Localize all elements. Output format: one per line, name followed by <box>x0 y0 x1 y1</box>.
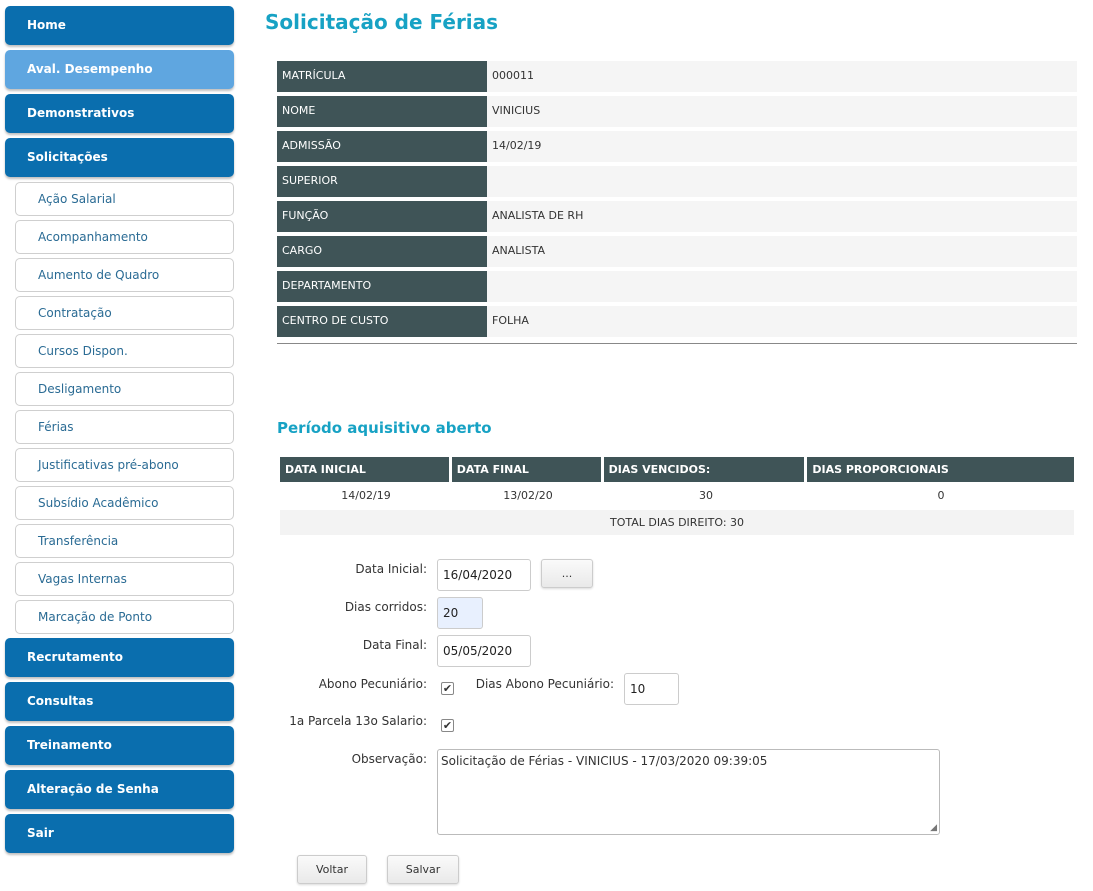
parcela-13-label: 1a Parcela 13o Salario: <box>289 714 427 728</box>
menu-recrutamento[interactable]: Recrutamento <box>5 638 234 677</box>
info-value <box>487 166 1077 197</box>
cell-dias-proporcionais: 0 <box>937 489 945 502</box>
info-row-admissao: ADMISSÃO 14/02/19 <box>277 131 1077 162</box>
info-row-superior: SUPERIOR <box>277 166 1077 197</box>
submenu-desligamento[interactable]: Desligamento <box>15 372 234 406</box>
info-label: DEPARTAMENTO <box>277 271 487 302</box>
period-header-data-inicial: DATA INICIAL <box>280 457 449 482</box>
submenu-contratacao[interactable]: Contratação <box>15 296 234 330</box>
submenu-cursos-dispon[interactable]: Cursos Dispon. <box>15 334 234 368</box>
info-value: VINICIUS <box>487 96 1077 127</box>
parcela-13-checkbox[interactable]: ✔ <box>441 719 454 732</box>
info-label: CARGO <box>277 236 487 267</box>
info-label: ADMISSÃO <box>277 131 487 162</box>
observacao-label: Observação: <box>351 752 427 766</box>
voltar-button[interactable]: Voltar <box>297 855 367 884</box>
resize-handle-icon[interactable]: ◢ <box>930 823 937 833</box>
info-row-centro-de-custo: CENTRO DE CUSTO FOLHA <box>277 306 1077 337</box>
period-table: DATA INICIAL DATA FINAL DIAS VENCIDOS: D… <box>280 457 1074 535</box>
submenu-transferencia[interactable]: Transferência <box>15 524 234 558</box>
info-value: ANALISTA <box>487 236 1077 267</box>
info-value: 000011 <box>487 61 1077 92</box>
sidebar: Home Aval. Desempenho Demonstrativos Sol… <box>5 6 235 858</box>
info-label: NOME <box>277 96 487 127</box>
cell-data-inicial: 14/02/19 <box>341 489 391 502</box>
period-section-title: Período aquisitivo aberto <box>277 419 492 437</box>
cell-dias-vencidos: 30 <box>699 489 713 502</box>
menu-aval-desempenho[interactable]: Aval. Desempenho <box>5 50 234 89</box>
dias-corridos-input[interactable] <box>437 597 483 629</box>
menu-consultas[interactable]: Consultas <box>5 682 234 721</box>
info-row-funcao: FUNÇÃO ANALISTA DE RH <box>277 201 1077 232</box>
info-label: FUNÇÃO <box>277 201 487 232</box>
date-picker-button[interactable]: ... <box>541 559 593 588</box>
table-row: 14/02/19 13/02/20 30 0 <box>280 482 1074 510</box>
period-header-row: DATA INICIAL DATA FINAL DIAS VENCIDOS: D… <box>280 457 1074 482</box>
menu-solicitacoes[interactable]: Solicitações <box>5 138 234 177</box>
period-header-data-final: DATA FINAL <box>451 457 601 482</box>
abono-pecuniario-label: Abono Pecuniário: <box>318 677 427 691</box>
info-label: CENTRO DE CUSTO <box>277 306 487 337</box>
data-inicial-input[interactable] <box>437 559 531 591</box>
dias-corridos-label: Dias corridos: <box>344 600 427 614</box>
menu-alteracao-de-senha[interactable]: Alteração de Senha <box>5 770 234 809</box>
info-row-matricula: MATRÍCULA 000011 <box>277 61 1077 92</box>
solicitacoes-submenu: Ação Salarial Acompanhamento Aumento de … <box>15 182 234 634</box>
data-final-label: Data Final: <box>362 638 427 652</box>
info-label: SUPERIOR <box>277 166 487 197</box>
salvar-button[interactable]: Salvar <box>387 855 459 884</box>
menu-treinamento[interactable]: Treinamento <box>5 726 234 765</box>
info-value: ANALISTA DE RH <box>487 201 1077 232</box>
employee-info-table: MATRÍCULA 000011 NOME VINICIUS ADMISSÃO … <box>277 61 1077 344</box>
data-final-input[interactable] <box>437 635 531 667</box>
submenu-justificativas[interactable]: Justificativas pré-abono <box>15 448 234 482</box>
info-value <box>487 271 1077 302</box>
submenu-aumento-de-quadro[interactable]: Aumento de Quadro <box>15 258 234 292</box>
submenu-acompanhamento[interactable]: Acompanhamento <box>15 220 234 254</box>
dias-abono-label: Dias Abono Pecuniário: <box>475 677 614 691</box>
menu-demonstrativos[interactable]: Demonstrativos <box>5 94 234 133</box>
period-header-dias-vencidos: DIAS VENCIDOS: <box>603 457 805 482</box>
menu-home[interactable]: Home <box>5 6 234 45</box>
submenu-vagas-internas[interactable]: Vagas Internas <box>15 562 234 596</box>
observacao-text: Solicitação de Férias - VINICIUS - 17/03… <box>441 754 768 768</box>
info-row-cargo: CARGO ANALISTA <box>277 236 1077 267</box>
menu-sair[interactable]: Sair <box>5 814 234 853</box>
submenu-subsidio-academico[interactable]: Subsídio Acadêmico <box>15 486 234 520</box>
submenu-acao-salarial[interactable]: Ação Salarial <box>15 182 234 216</box>
observacao-textarea[interactable]: Solicitação de Férias - VINICIUS - 17/03… <box>437 749 940 835</box>
submenu-ferias[interactable]: Férias <box>15 410 234 444</box>
info-row-nome: NOME VINICIUS <box>277 96 1077 127</box>
dias-abono-input[interactable] <box>624 673 679 705</box>
period-header-dias-proporcionais: DIAS PROPORCIONAIS <box>807 457 1074 482</box>
info-label: MATRÍCULA <box>277 61 487 92</box>
submenu-marcacao-de-ponto[interactable]: Marcação de Ponto <box>15 600 234 634</box>
cell-data-final: 13/02/20 <box>503 489 553 502</box>
info-value: 14/02/19 <box>487 131 1077 162</box>
info-value: FOLHA <box>487 306 1077 337</box>
page-title: Solicitação de Férias <box>265 10 499 34</box>
info-row-departamento: DEPARTAMENTO <box>277 271 1077 302</box>
period-total-row: TOTAL DIAS DIREITO: 30 <box>280 510 1074 535</box>
data-inicial-label: Data Inicial: <box>355 562 427 576</box>
